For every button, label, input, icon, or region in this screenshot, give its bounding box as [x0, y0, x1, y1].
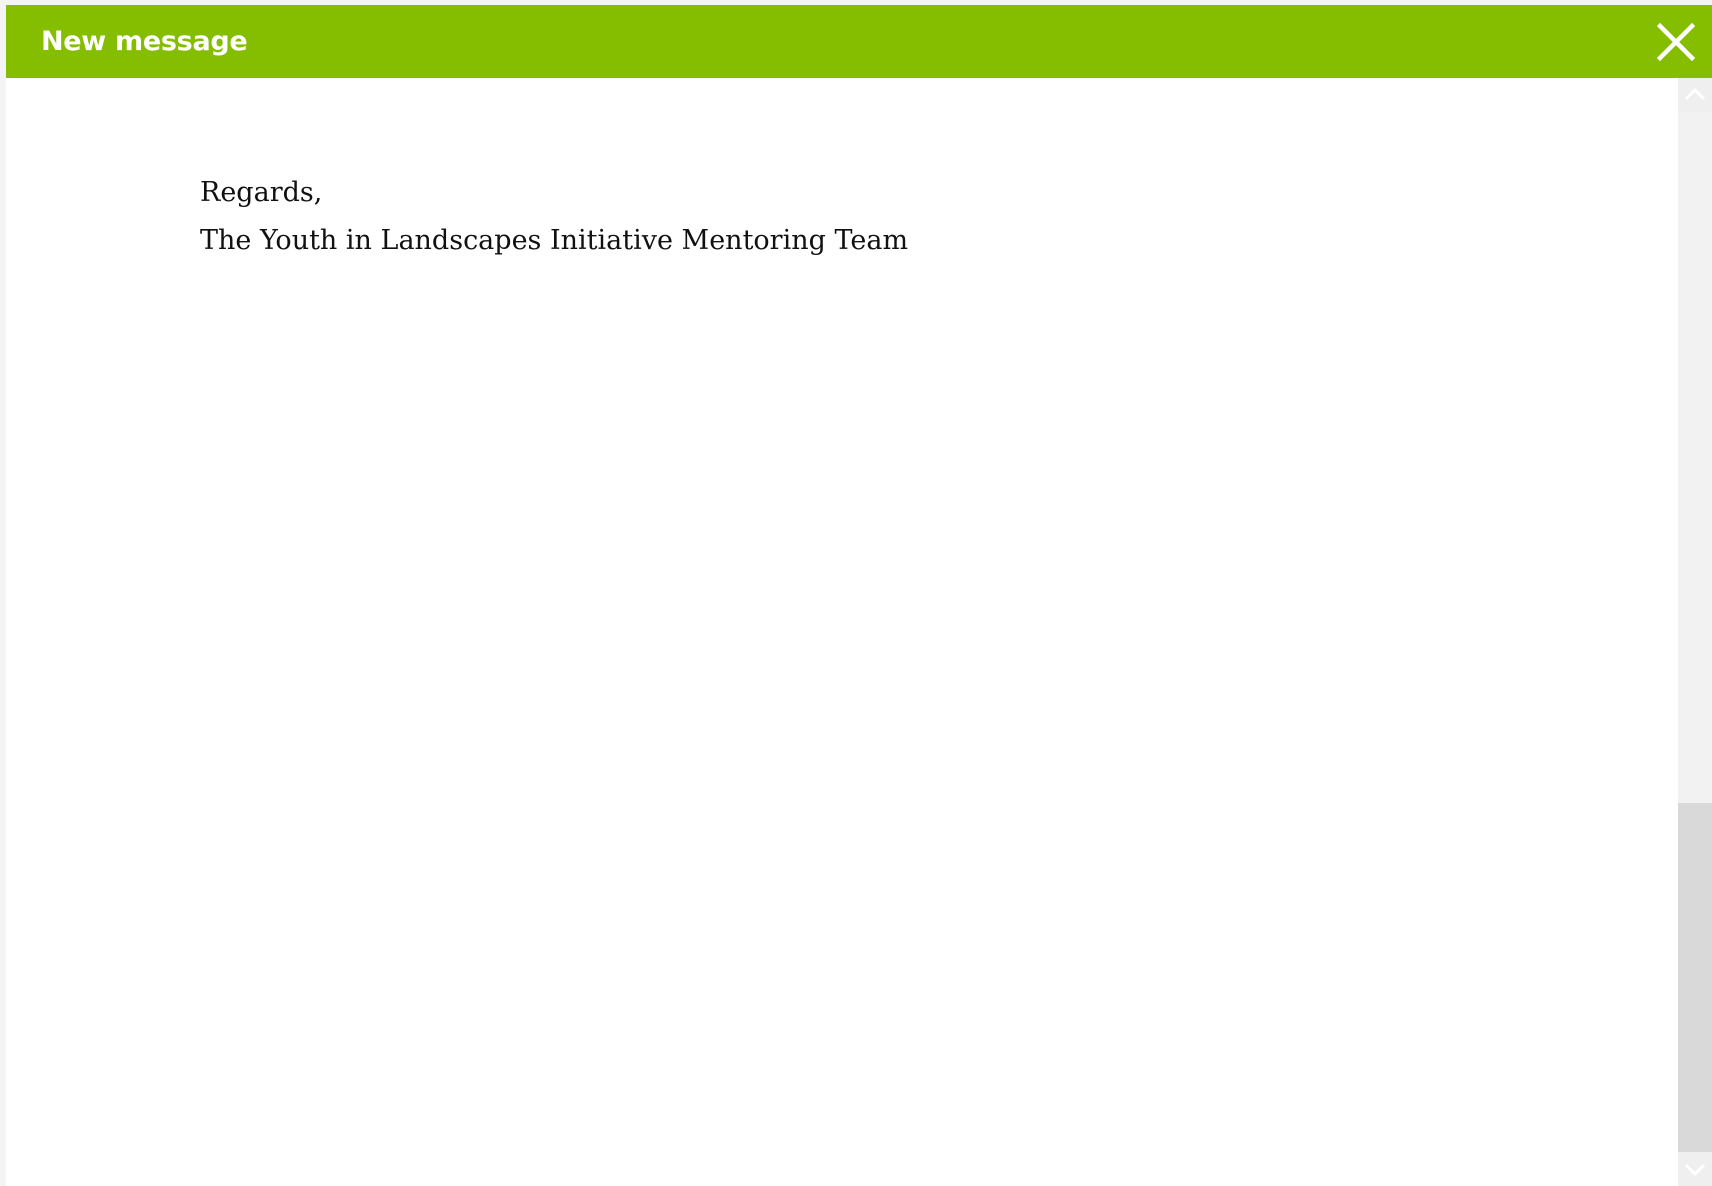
message-line-signature: The Youth in Landscapes Initiative Mento… [200, 225, 909, 256]
scroll-up-button[interactable] [1678, 78, 1712, 112]
message-line-regards: Regards, [200, 177, 323, 208]
message-body[interactable]: Regards, The Youth in Landscapes Initiat… [6, 78, 1678, 1186]
close-icon [1656, 22, 1696, 62]
scroll-down-button[interactable] [1678, 1152, 1712, 1186]
dialog-header: New message [6, 5, 1712, 78]
chevron-down-icon [1684, 1163, 1706, 1177]
new-message-dialog: New message Regards, The Youth in Landsc… [6, 5, 1712, 1186]
dialog-title: New message [41, 26, 248, 57]
chevron-up-icon [1684, 87, 1706, 101]
vertical-scrollbar[interactable] [1678, 78, 1712, 1186]
scroll-thumb[interactable] [1678, 803, 1712, 1152]
close-button[interactable] [1656, 22, 1696, 62]
